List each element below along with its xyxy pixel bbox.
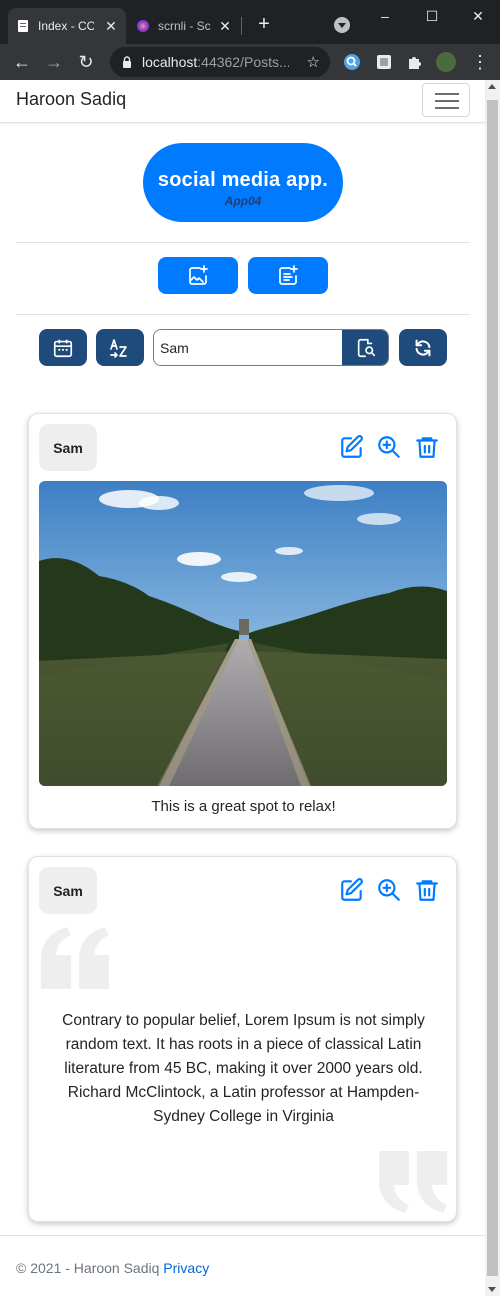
post-card: Sam Contrary to popular belief, Lorem Ip… xyxy=(28,856,457,1222)
footer-text: © 2021 - Haroon Sadiq Privacy xyxy=(16,1260,209,1276)
maximize-button[interactable]: ☐ xyxy=(422,6,442,26)
sort-by-date-button[interactable] xyxy=(39,329,87,366)
privacy-link[interactable]: Privacy xyxy=(163,1260,209,1276)
bookmark-star-icon[interactable]: ☆ xyxy=(307,53,320,71)
tab-separator xyxy=(241,17,242,35)
hamburger-line xyxy=(435,107,459,109)
hamburger-line xyxy=(435,100,459,102)
sort-az-icon xyxy=(110,338,127,358)
site-footer: © 2021 - Haroon Sadiq Privacy xyxy=(0,1235,485,1296)
close-window-button[interactable]: ✕ xyxy=(468,6,488,26)
zoom-in-icon[interactable] xyxy=(376,877,402,903)
url-path: :44362/Posts... xyxy=(197,54,290,70)
sort-alphabetical-button[interactable] xyxy=(96,329,144,366)
edit-icon[interactable] xyxy=(339,877,365,903)
post-caption: This is a great spot to relax! xyxy=(151,798,336,815)
footer-copyright: © 2021 - Haroon Sadiq xyxy=(16,1260,160,1276)
search-button[interactable] xyxy=(342,330,388,365)
app-logo-banner: social media app. App04 xyxy=(143,143,343,222)
add-text-post-button[interactable] xyxy=(248,257,328,294)
url-host: localhost xyxy=(142,54,198,70)
page-scrollbar[interactable] xyxy=(485,80,500,1296)
back-arrow-icon[interactable]: ← xyxy=(10,50,34,74)
divider xyxy=(16,314,470,315)
close-icon[interactable]: ✕ xyxy=(218,18,232,35)
post-author: Sam xyxy=(39,424,97,471)
new-tab-button[interactable]: + xyxy=(254,12,274,36)
forward-arrow-icon[interactable]: → xyxy=(42,50,66,74)
tab-search-icon[interactable] xyxy=(334,17,350,33)
app-title: social media app. xyxy=(157,169,329,191)
navbar-brand[interactable]: Haroon Sadiq xyxy=(16,89,126,110)
search-group xyxy=(153,329,389,366)
post-card: Sam This is a great spot to relax! xyxy=(28,413,457,829)
scrnli-logo-icon xyxy=(137,20,149,32)
scroll-up-icon[interactable] xyxy=(488,84,496,89)
scroll-down-icon[interactable] xyxy=(488,1287,496,1292)
extension-search-icon[interactable] xyxy=(342,52,362,72)
zoom-in-icon[interactable] xyxy=(376,434,402,460)
address-bar[interactable]: localhost :44362/Posts... ☆ xyxy=(110,47,330,77)
browser-toolbar: ← → ↻ localhost :44362/Posts... ☆ ⋮ xyxy=(0,44,500,80)
refresh-button[interactable] xyxy=(399,329,447,366)
search-input[interactable] xyxy=(154,330,342,365)
extensions-puzzle-icon[interactable] xyxy=(405,52,425,72)
divider xyxy=(16,242,470,243)
app-subtitle: App04 xyxy=(224,194,262,208)
tab-title: Index - CO xyxy=(38,19,94,33)
edit-icon[interactable] xyxy=(339,434,365,460)
add-photo-icon xyxy=(189,264,208,285)
browser-tab-bar: Index - CO ✕ scrnli - Sc ✕ + – ☐ ✕ xyxy=(0,0,500,44)
browser-tab-index[interactable]: Index - CO ✕ xyxy=(8,8,126,44)
navbar-toggle-button[interactable] xyxy=(422,83,470,117)
minimize-button[interactable]: – xyxy=(375,6,395,26)
site-navbar: Haroon Sadiq xyxy=(0,80,485,123)
profile-avatar[interactable] xyxy=(436,52,456,72)
close-icon[interactable]: ✕ xyxy=(104,18,118,35)
more-menu-icon[interactable]: ⋮ xyxy=(468,50,492,74)
extension-clipboard-icon[interactable] xyxy=(374,52,394,72)
post-quote-text: Contrary to popular belief, Lorem Ipsum … xyxy=(62,1012,425,1125)
quote-open-icon xyxy=(41,927,109,989)
hamburger-line xyxy=(435,93,459,95)
lock-icon xyxy=(123,56,131,68)
trash-icon[interactable] xyxy=(414,877,440,903)
add-image-post-button[interactable] xyxy=(158,257,238,294)
scrollbar-thumb[interactable] xyxy=(487,100,498,1276)
calendar-icon xyxy=(53,339,73,357)
refresh-icon xyxy=(415,339,431,356)
post-image-road xyxy=(39,481,447,786)
quote-close-icon xyxy=(379,1151,447,1213)
document-icon xyxy=(18,20,28,32)
reload-icon[interactable]: ↻ xyxy=(74,50,98,74)
browser-tab-scrnli[interactable]: scrnli - Sc ✕ xyxy=(128,8,240,44)
trash-icon[interactable] xyxy=(414,434,440,460)
add-note-icon xyxy=(279,264,298,285)
file-search-icon xyxy=(357,338,375,357)
post-author: Sam xyxy=(39,867,97,914)
tab-title: scrnli - Sc xyxy=(158,19,211,33)
